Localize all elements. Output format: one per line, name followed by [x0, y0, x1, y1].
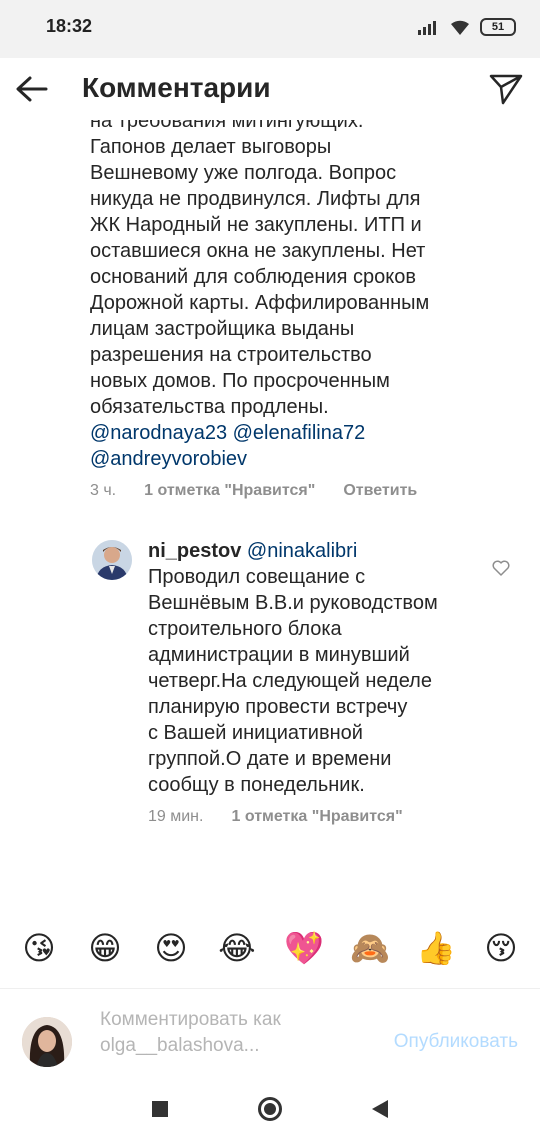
- comment-time: 3 ч.: [90, 482, 117, 499]
- reply-body: ni_pestov @ninakalibri Проводил совещани…: [148, 538, 488, 826]
- reply-button[interactable]: Ответить: [343, 482, 417, 500]
- home-icon[interactable]: [258, 1097, 282, 1121]
- status-bar: 18:32 51: [0, 0, 540, 58]
- page-title: Комментарии: [82, 72, 271, 103]
- kissing-smile-emoji-icon[interactable]: 😚: [482, 929, 520, 967]
- comment-meta: 3 ч. 1 отметка "Нравится" Ответить: [90, 482, 510, 500]
- recent-apps-icon[interactable]: [152, 1101, 168, 1117]
- reply-time: 19 мин.: [148, 808, 204, 825]
- avatar: [22, 1017, 72, 1067]
- reply-username[interactable]: ni_pestov: [148, 540, 241, 562]
- grin-emoji-icon[interactable]: 😁: [86, 929, 124, 967]
- emoji-bar: 😘 😁 😍 😂 💖 🙈 👍 😚: [0, 922, 540, 974]
- status-time: 18:32: [46, 16, 93, 36]
- header: Комментарии: [0, 58, 540, 120]
- back-icon[interactable]: [372, 1100, 388, 1118]
- avatar-photo: [92, 540, 132, 580]
- comments-list[interactable]: на требования митингующих. Гапонов делае…: [0, 120, 540, 900]
- heart-eyes-emoji-icon[interactable]: 😍: [152, 929, 190, 967]
- signal-icon: [418, 21, 436, 35]
- send-icon[interactable]: [488, 70, 524, 106]
- mention-link[interactable]: @andreyvorobiev: [90, 446, 510, 472]
- reply-text: Проводил совещание с Вешнёвым В.В.и руко…: [148, 566, 438, 796]
- kiss-heart-emoji-icon[interactable]: 😘: [20, 929, 58, 967]
- wifi-icon: [451, 20, 469, 35]
- avatar[interactable]: [92, 540, 132, 580]
- system-nav-bar: [0, 1078, 540, 1140]
- sparkling-heart-emoji-icon[interactable]: 💖: [284, 929, 324, 967]
- reply-likes[interactable]: 1 отметка "Нравится": [231, 808, 402, 826]
- tears-of-joy-emoji-icon[interactable]: 😂: [218, 929, 256, 967]
- comment-input[interactable]: Комментировать как olga__balashova...: [100, 1007, 350, 1059]
- see-no-evil-monkey-emoji-icon[interactable]: 🙈: [350, 929, 390, 967]
- heart-icon[interactable]: [492, 560, 510, 576]
- comment-composer: Комментировать как olga__balashova... Оп…: [0, 988, 540, 1068]
- reply-meta: 19 мин. 1 отметка "Нравится": [148, 808, 488, 826]
- reply-mention[interactable]: @ninakalibri: [247, 540, 357, 562]
- comment-item: на требования митингующих. Гапонов делае…: [90, 120, 510, 500]
- back-arrow-icon[interactable]: [14, 72, 50, 106]
- comment-likes[interactable]: 1 отметка "Нравится": [144, 482, 315, 500]
- battery-icon: 51: [480, 18, 516, 36]
- publish-button[interactable]: Опубликовать: [394, 1031, 518, 1053]
- mention-links[interactable]: @narodnaya23 @elenafilina72: [90, 420, 510, 446]
- user-photo: [22, 1017, 72, 1067]
- reply-header: ni_pestov @ninakalibri: [148, 538, 488, 564]
- thumbs-up-emoji-icon[interactable]: 👍: [416, 929, 456, 967]
- status-icons: 51: [418, 18, 516, 36]
- comment-text: на требования митингующих. Гапонов делае…: [90, 120, 430, 418]
